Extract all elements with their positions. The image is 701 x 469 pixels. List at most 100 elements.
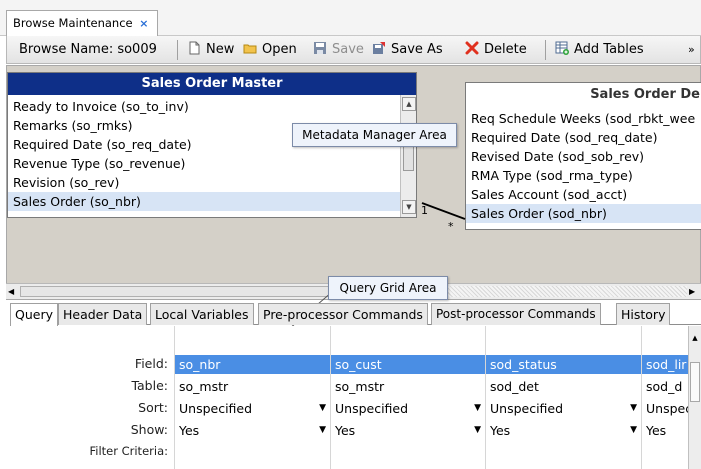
toolbar-overflow-icon[interactable]: » (688, 36, 695, 64)
new-button[interactable]: New (187, 36, 234, 64)
row-label-field: Field: (134, 356, 168, 371)
grid-show-select[interactable]: Yes (642, 421, 688, 440)
field-list-item[interactable]: Sales Order (sod_nbr) (466, 204, 701, 223)
grid-table-cell[interactable]: so_mstr (331, 377, 485, 396)
tab-label: Browse Maintenance (13, 16, 133, 30)
join-relationship-line[interactable] (397, 186, 477, 236)
save-button[interactable]: Save (313, 36, 364, 64)
tab-browse-maintenance[interactable]: Browse Maintenance × (6, 10, 158, 36)
add-tables-label: Add Tables (574, 42, 644, 57)
grid-sort-select[interactable]: Unspecified ▼ (175, 399, 330, 418)
field-list-item[interactable]: Sales Order (so_nbr) (8, 192, 401, 211)
field-list-item[interactable]: Revision (so_rev) (8, 173, 401, 192)
field-list: Ready to Invoice (so_to_inv) Remarks (so_… (8, 97, 401, 211)
grid-field-cell-value: so_cust (335, 357, 382, 372)
grid-sort-select-value: Unspecified (335, 401, 409, 416)
grid-field-cell-value: sod_status (490, 357, 557, 372)
tab-local-variables[interactable]: Local Variables (150, 303, 254, 325)
grid-field-cell-value: so_nbr (179, 357, 221, 372)
grid-table-cell[interactable]: sod_d (642, 377, 688, 396)
grid-divider (641, 326, 642, 469)
save-as-label: Save As (391, 42, 443, 57)
grid-sort-select[interactable]: Unspecified ▼ (486, 399, 641, 418)
row-label-table: Table: (131, 378, 168, 393)
query-tab-bar: Query Header Data Local Variables Pre-pr… (10, 303, 701, 326)
scroll-up-icon[interactable]: ▲ (402, 97, 416, 111)
scroll-left-icon[interactable]: ◀ (8, 286, 18, 297)
metadata-manager-callout: Metadata Manager Area (292, 123, 457, 147)
delete-label: Delete (484, 42, 527, 57)
scroll-up-icon[interactable]: ▲ (690, 332, 700, 344)
field-list-item[interactable]: RMA Type (sod_rma_type) (466, 166, 701, 185)
grid-field-cell[interactable]: sod_lir (642, 355, 688, 374)
grid-divider (330, 326, 331, 469)
tab-post-processor-commands[interactable]: Post-processor Commands (431, 303, 601, 325)
dropdown-arrow-icon[interactable]: ▼ (474, 399, 481, 418)
tab-header-data[interactable]: Header Data (58, 303, 148, 325)
field-list-item[interactable]: Revised Date (sod_sob_rev) (466, 147, 701, 166)
dropdown-arrow-icon[interactable]: ▼ (474, 421, 481, 440)
grid-show-select-value: Yes (179, 423, 200, 438)
table-panel-sales-order-detail[interactable]: Sales Order De Req Schedule Weeks (sod_r… (465, 82, 701, 230)
scroll-thumb[interactable] (690, 362, 700, 402)
query-grid-callout: Query Grid Area (328, 276, 448, 300)
grid-show-select[interactable]: Yes ▼ (331, 421, 485, 440)
grid-show-select[interactable]: Yes ▼ (175, 421, 330, 440)
tab-history[interactable]: History (616, 303, 671, 325)
metadata-manager-area: Sales Order Master Ready to Invoice (so_… (6, 65, 701, 300)
grid-field-cell[interactable]: so_cust (331, 355, 485, 374)
row-label-sort: Sort: (138, 400, 168, 415)
tab-query[interactable]: Query (10, 303, 58, 326)
grid-sort-select-value: Unspec (646, 401, 688, 416)
join-cardinality-one: 1 (421, 204, 428, 217)
dropdown-arrow-icon[interactable]: ▼ (319, 421, 326, 440)
grid-sort-select-value: Unspecified (179, 401, 253, 416)
grid-sort-select[interactable]: Unspecified ▼ (331, 399, 485, 418)
close-icon[interactable]: × (139, 17, 148, 30)
save-as-icon (373, 42, 385, 54)
save-disk-icon (314, 42, 326, 54)
grid-table-cell[interactable]: so_mstr (175, 377, 330, 396)
add-table-icon (555, 41, 569, 55)
open-label: Open (262, 42, 297, 57)
grid-sort-select-value: Unspecified (490, 401, 564, 416)
dropdown-arrow-icon[interactable]: ▼ (630, 421, 637, 440)
add-tables-button[interactable]: Add Tables (555, 36, 644, 64)
query-grid: Field: Table: Sort: Show: Filter Criteri… (10, 326, 701, 469)
dropdown-arrow-icon[interactable]: ▼ (630, 399, 637, 418)
browse-name-label: Browse Name: so009 (19, 42, 157, 57)
grid-table-cell-value: so_mstr (335, 379, 385, 394)
grid-field-cell[interactable]: sod_status (486, 355, 641, 374)
field-list-item[interactable]: Sales Account (sod_acct) (466, 185, 701, 204)
table-panel-title[interactable]: Sales Order Master (8, 73, 416, 95)
folder-icon (243, 44, 257, 54)
grid-divider (485, 326, 486, 469)
grid-table-cell-value: sod_det (490, 379, 539, 394)
tab-pre-processor-commands[interactable]: Pre-processor Commands (258, 303, 428, 325)
toolbar-separator (545, 40, 546, 60)
grid-vertical-scrollbar[interactable]: ▲ (688, 326, 701, 469)
row-label-show: Show: (130, 422, 168, 437)
row-label-filter: Filter Criteria: (89, 444, 168, 458)
table-panel-title[interactable]: Sales Order De (466, 83, 701, 107)
scroll-track[interactable] (432, 286, 687, 297)
save-label: Save (332, 42, 364, 57)
save-as-button[interactable]: Save As (372, 36, 443, 64)
field-list-item[interactable]: Req Schedule Weeks (sod_rbkt_wee (466, 109, 701, 128)
delete-button[interactable]: Delete (465, 36, 527, 64)
toolbar-separator (177, 40, 178, 60)
grid-show-select[interactable]: Yes ▼ (486, 421, 641, 440)
field-list-item[interactable]: Revenue Type (so_revenue) (8, 154, 401, 173)
grid-table-cell-value: sod_d (646, 379, 683, 394)
field-list-item[interactable]: Ready to Invoice (so_to_inv) (8, 97, 401, 116)
scroll-right-icon[interactable]: ▶ (689, 286, 699, 297)
grid-field-cell[interactable]: so_nbr (175, 355, 330, 374)
grid-show-select-value: Yes (646, 423, 667, 438)
field-list: Req Schedule Weeks (sod_rbkt_wee Required… (466, 109, 701, 223)
grid-table-cell[interactable]: sod_det (486, 377, 641, 396)
open-button[interactable]: Open (243, 36, 297, 64)
grid-sort-select[interactable]: Unspec (642, 399, 688, 418)
field-list-item[interactable]: Required Date (sod_req_date) (466, 128, 701, 147)
grid-table-cell-value: so_mstr (179, 379, 229, 394)
dropdown-arrow-icon[interactable]: ▼ (319, 399, 326, 418)
